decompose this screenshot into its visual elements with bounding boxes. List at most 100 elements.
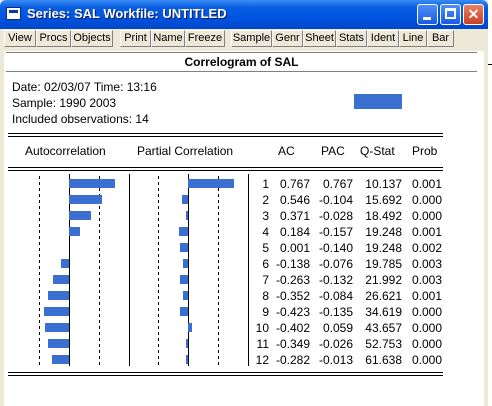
window-app-icon[interactable]	[6, 7, 21, 20]
q-cell: 43.657	[365, 321, 402, 335]
q-cell: 15.692	[365, 193, 402, 207]
ac-bar	[61, 259, 69, 268]
ac-cell: 0.767	[279, 177, 310, 191]
pac-bar	[186, 355, 188, 364]
toolbar-procs-button[interactable]: Procs	[36, 30, 71, 47]
lag-cell: 7	[262, 273, 269, 287]
divider	[8, 375, 443, 376]
divider	[8, 170, 443, 171]
prob-cell: 0.002	[411, 241, 442, 255]
lag-cell: 11	[256, 337, 269, 351]
divider	[8, 133, 443, 134]
q-cell: 19.248	[365, 225, 402, 239]
toolbar-line-button[interactable]: Line	[399, 30, 427, 47]
prob-cell: 0.000	[411, 209, 442, 223]
q-cell: 10.137	[365, 177, 402, 191]
lag-cell: 3	[262, 209, 269, 223]
obs-line: Included observations: 14	[12, 112, 149, 126]
q-cell: 19.248	[365, 241, 402, 255]
q-cell: 52.753	[365, 337, 402, 351]
toolbar-print-button[interactable]: Print	[120, 30, 151, 47]
pac-bar	[183, 259, 188, 268]
pac-cell: -0.028	[318, 209, 353, 223]
lag-cell: 5	[262, 241, 269, 255]
close-icon: ✕	[467, 6, 480, 22]
lag-cell: 2	[262, 193, 269, 207]
ac-upper-bound-line	[99, 176, 100, 366]
prob-cell: 0.003	[411, 273, 442, 287]
sample-line: Sample: 1990 2003	[12, 96, 117, 110]
pac-bar	[188, 179, 234, 188]
toolbar-ident-button[interactable]: Ident	[367, 30, 399, 47]
prob-cell: 0.001	[411, 289, 442, 303]
ac-cell: 0.546	[279, 193, 310, 207]
ac-bar	[48, 339, 69, 348]
column-divider	[129, 174, 130, 366]
divider	[8, 136, 443, 137]
pac-cell: -0.157	[318, 225, 353, 239]
lag-cell: 10	[255, 321, 269, 335]
pac-bar	[186, 211, 188, 220]
lag-cell: 6	[262, 257, 269, 271]
pac-cell: 0.059	[322, 321, 353, 335]
toolbar-bar-button[interactable]: Bar	[427, 30, 454, 47]
toolbar-sample-button[interactable]: Sample	[231, 30, 272, 47]
pac-bar	[188, 323, 192, 332]
pac-header: PAC	[321, 144, 345, 158]
autocorrelation-header: Autocorrelation	[25, 144, 106, 158]
prob-cell: 0.000	[411, 321, 442, 335]
pac-upper-bound-line	[218, 176, 219, 366]
toolbar-view-button[interactable]: View	[4, 30, 36, 47]
prob-cell: 0.003	[411, 257, 442, 271]
pac-bar	[186, 339, 188, 348]
pac-cell: -0.084	[318, 289, 353, 303]
ac-bar	[52, 355, 69, 364]
pac-bar	[180, 275, 188, 284]
toolbar-stats-button[interactable]: Stats	[336, 30, 367, 47]
toolbar-objects-button[interactable]: Objects	[71, 30, 113, 47]
pac-bar	[182, 195, 188, 204]
ac-bar	[44, 307, 69, 316]
ac-cell: -0.349	[275, 337, 310, 351]
qstat-header: Q-Stat	[360, 144, 395, 158]
ac-bar	[69, 211, 91, 220]
ac-cell: -0.263	[275, 273, 310, 287]
q-cell: 19.785	[365, 257, 402, 271]
pac-cell: -0.026	[318, 337, 353, 351]
background-edge	[488, 0, 492, 406]
title-bar[interactable]: Series: SAL Workfile: UNTITLED ✕	[0, 0, 488, 29]
ac-lower-bound-line	[39, 176, 40, 366]
q-cell: 18.492	[365, 209, 402, 223]
divider	[8, 372, 443, 373]
pac-bar	[179, 227, 188, 236]
date-time-line: Date: 02/03/07 Time: 13:16	[12, 80, 157, 94]
toolbar-sheet-button[interactable]: Sheet	[303, 30, 336, 47]
minimize-button[interactable]	[417, 4, 438, 25]
pac-bar	[180, 307, 188, 316]
prob-cell: 0.001	[411, 225, 442, 239]
toolbar: View Procs Objects Print Name Freeze Sam…	[4, 30, 484, 48]
pac-bar	[180, 243, 188, 252]
ac-bar	[69, 227, 80, 236]
ac-bar	[69, 195, 102, 204]
prob-cell: 0.000	[411, 337, 442, 351]
ac-cell: 0.001	[279, 241, 310, 255]
ac-cell: -0.138	[275, 257, 310, 271]
window-title: Series: SAL Workfile: UNTITLED	[27, 6, 227, 21]
ac-header: AC	[278, 144, 295, 158]
lag-cell: 12	[255, 353, 269, 367]
q-cell: 61.638	[365, 353, 402, 367]
q-cell: 34.619	[365, 305, 402, 319]
pac-cell: -0.013	[318, 353, 353, 367]
toolbar-freeze-button[interactable]: Freeze	[185, 30, 225, 47]
toolbar-genr-button[interactable]: Genr	[272, 30, 303, 47]
pac-lower-bound-line	[158, 176, 159, 366]
ac-cell: 0.184	[279, 225, 310, 239]
close-button[interactable]: ✕	[463, 4, 484, 25]
ac-cell: -0.423	[275, 305, 310, 319]
toolbar-name-button[interactable]: Name	[151, 30, 185, 47]
maximize-button[interactable]	[440, 4, 461, 25]
divider	[8, 167, 443, 168]
pac-zero-line	[188, 174, 189, 366]
ac-cell: -0.402	[275, 321, 310, 335]
